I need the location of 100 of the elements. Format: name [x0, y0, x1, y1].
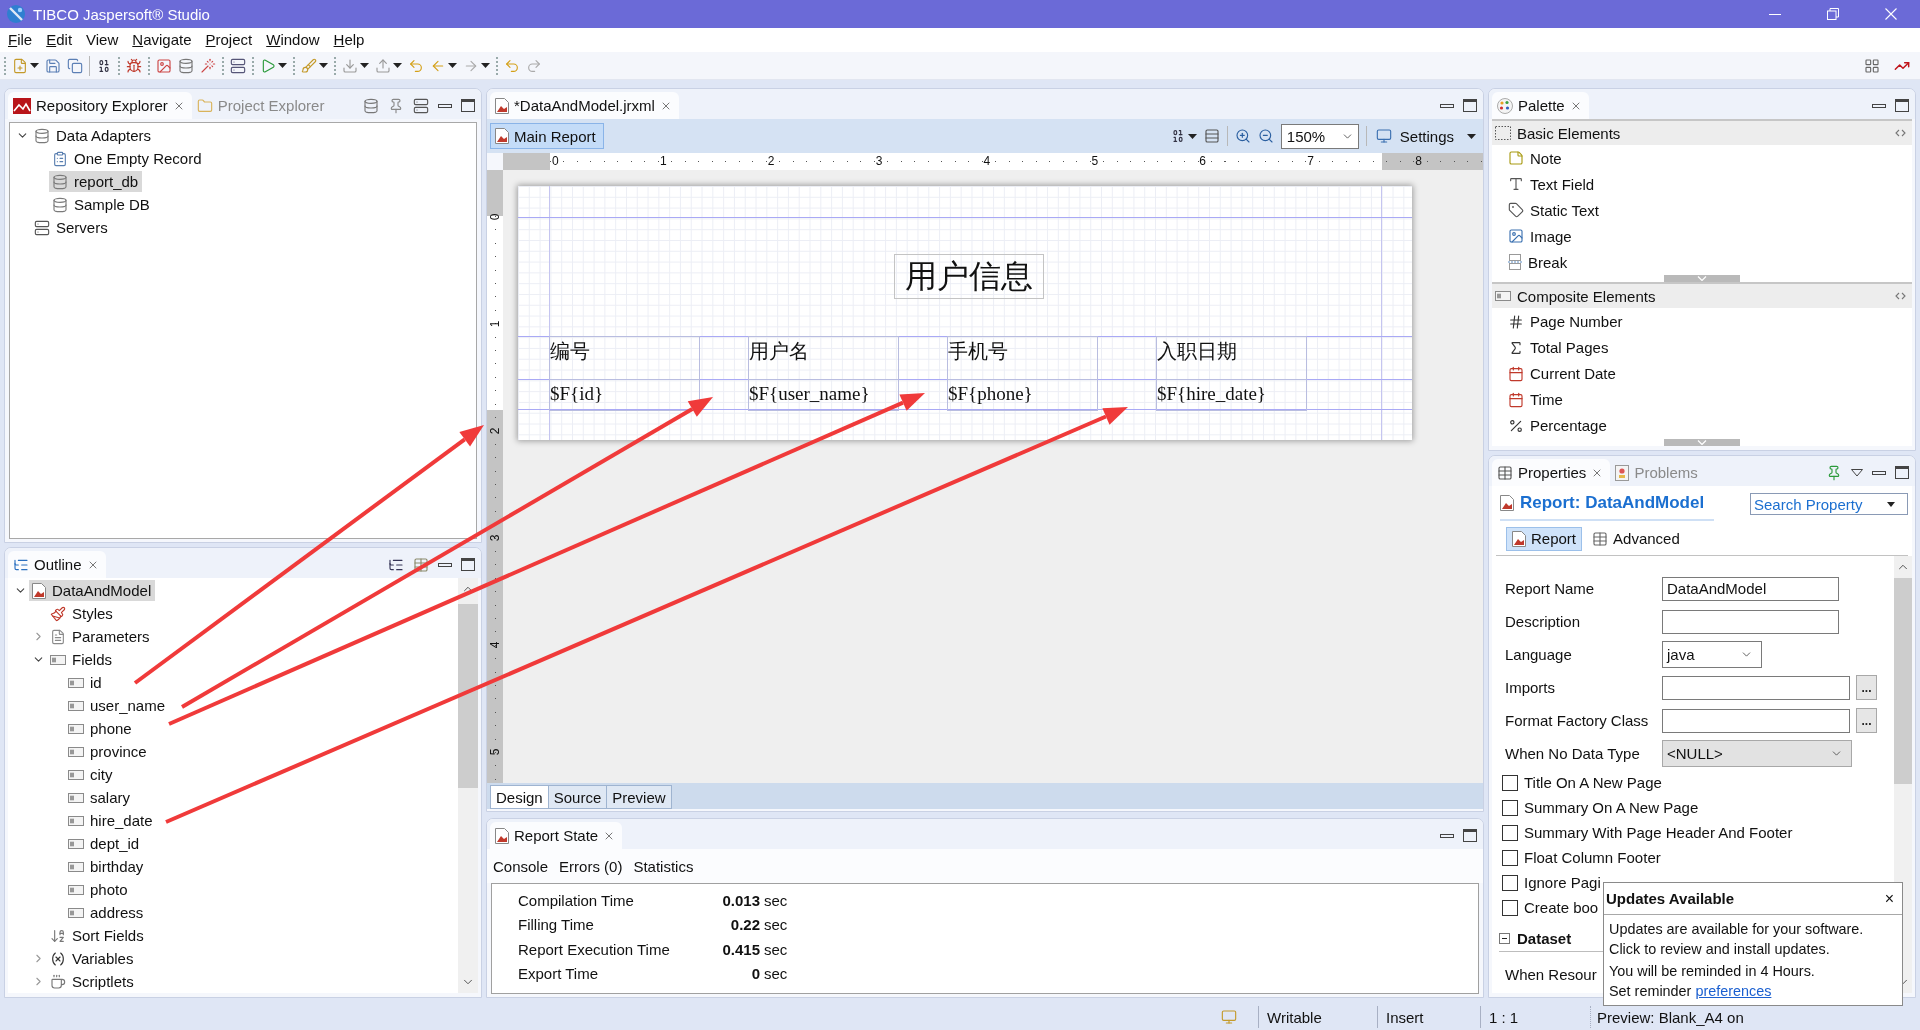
wand-icon[interactable] — [200, 57, 216, 74]
tree-item[interactable]: province — [65, 741, 151, 762]
preferences-link[interactable]: preferences — [1695, 982, 1772, 999]
view-tab[interactable]: Preview — [607, 785, 672, 809]
panel-tab[interactable]: Outline — [8, 551, 106, 578]
server-icon[interactable] — [413, 97, 429, 114]
tree-item[interactable]: dept_id — [65, 833, 144, 854]
zoom-dropdown[interactable]: 150% — [1280, 123, 1359, 149]
tree-item[interactable]: phone — [65, 718, 136, 739]
panel-tab[interactable]: *DataAndModel.jrxml — [490, 92, 679, 119]
minimize-icon[interactable] — [1440, 103, 1454, 108]
subtab[interactable]: Console — [493, 857, 549, 875]
checkbox[interactable] — [1502, 824, 1518, 841]
tree-item[interactable]: report_db — [49, 171, 143, 192]
panel-tab[interactable]: Report State — [490, 822, 623, 849]
palette-item[interactable]: Current Date — [1492, 360, 1912, 387]
panel-tab[interactable]: Properties — [1492, 459, 1611, 486]
table-icon[interactable] — [413, 556, 429, 573]
tree-item[interactable]: Scriptlets — [47, 971, 138, 992]
collapse-arrows-icon[interactable] — [1895, 292, 1906, 301]
view-tab[interactable]: Source — [548, 785, 608, 809]
maximize-icon[interactable] — [1895, 466, 1909, 479]
view-tab[interactable]: Design — [490, 785, 549, 809]
caret-icon[interactable] — [278, 63, 287, 68]
caret-icon[interactable] — [1467, 133, 1476, 139]
palette-item[interactable]: Break — [1492, 249, 1912, 276]
browse-button[interactable]: ... — [1856, 708, 1877, 733]
view-menu-icon[interactable] — [1851, 468, 1863, 477]
palette-item[interactable]: Percentage — [1492, 412, 1912, 439]
window-grid-icon[interactable] — [1864, 57, 1880, 74]
caret-icon[interactable] — [30, 63, 39, 68]
tree-item[interactable]: Sample DB — [49, 194, 154, 215]
panel-tab[interactable]: Repository Explorer — [8, 92, 192, 119]
caret-icon[interactable] — [393, 63, 402, 68]
tree-item[interactable]: city — [65, 764, 117, 785]
palette-item[interactable]: Page Number — [1492, 308, 1912, 335]
caret-icon[interactable] — [448, 63, 457, 68]
palette-item[interactable]: Time — [1492, 386, 1912, 413]
binary-icon[interactable] — [96, 57, 112, 74]
checkbox[interactable] — [1502, 799, 1518, 816]
input-field[interactable] — [1662, 675, 1850, 700]
tree-item[interactable]: Parameters — [47, 626, 154, 647]
palette-item[interactable]: Note — [1492, 145, 1912, 172]
settings-button[interactable]: Settings — [1373, 127, 1460, 145]
input-field[interactable] — [1662, 609, 1839, 634]
menu-item[interactable]: File — [1, 30, 40, 50]
checkbox[interactable] — [1502, 899, 1518, 916]
collapse-icon[interactable] — [1499, 933, 1510, 944]
tree-item[interactable]: hire_date — [65, 810, 157, 831]
maximize-icon[interactable] — [1463, 99, 1477, 112]
close-button[interactable]: × — [1882, 889, 1896, 908]
palette-section-header[interactable]: Composite Elements — [1492, 282, 1912, 309]
scroll-thumb[interactable] — [458, 604, 478, 788]
maximize-icon[interactable] — [461, 99, 475, 112]
menu-item[interactable]: Help — [326, 30, 372, 50]
panel-tab[interactable]: Palette — [1492, 92, 1589, 119]
tree-item[interactable]: id — [65, 672, 106, 693]
scroll-thumb[interactable] — [1894, 578, 1912, 784]
tree-item[interactable]: Styles — [47, 603, 117, 624]
menu-item[interactable]: Window — [259, 30, 327, 50]
tree-item[interactable]: Data Adapters — [31, 125, 156, 146]
pin-icon[interactable] — [388, 97, 404, 114]
main-report-button[interactable]: Main Report — [490, 123, 604, 149]
palette-item[interactable]: Image — [1492, 223, 1912, 250]
caret-icon[interactable] — [1187, 133, 1197, 139]
checkbox[interactable] — [1502, 774, 1518, 791]
minimize-icon[interactable] — [438, 103, 452, 108]
subtab[interactable]: Errors (0) — [559, 857, 623, 875]
minimize-icon[interactable] — [1440, 833, 1454, 838]
tree-item[interactable]: photo — [65, 879, 132, 900]
browse-button[interactable]: ... — [1856, 675, 1877, 700]
menu-item[interactable]: Project — [198, 30, 260, 50]
tree-item[interactable]: birthday — [65, 856, 148, 877]
database-icon[interactable] — [178, 57, 194, 74]
tree-item[interactable]: One Empty Record — [49, 148, 206, 169]
dropdown[interactable]: <NULL> — [1662, 740, 1852, 767]
maximize-icon[interactable] — [1895, 99, 1909, 112]
menu-item[interactable]: Edit — [39, 30, 80, 50]
database-icon[interactable] — [363, 97, 379, 114]
checkbox[interactable] — [1502, 874, 1518, 891]
tree-item[interactable]: Sort Fields — [47, 925, 148, 946]
maximize-icon[interactable] — [461, 558, 475, 571]
subtab[interactable]: Report — [1506, 526, 1583, 551]
tree-item[interactable]: Variables — [47, 948, 138, 969]
input-field[interactable]: DataAndModel — [1662, 576, 1839, 601]
tree-item[interactable]: salary — [65, 787, 134, 808]
search-field[interactable]: Search Property — [1750, 493, 1908, 515]
palette-item[interactable]: Text Field — [1492, 171, 1912, 198]
zoom-out-icon[interactable] — [1257, 128, 1274, 144]
bug-icon[interactable] — [126, 57, 142, 74]
checkbox[interactable] — [1502, 849, 1518, 866]
rows-icon[interactable] — [1203, 128, 1220, 144]
tree-item[interactable]: address — [65, 902, 148, 923]
subtab[interactable]: Statistics — [633, 857, 694, 875]
caret-icon[interactable] — [1887, 501, 1895, 507]
palette-item[interactable]: Total Pages — [1492, 334, 1912, 361]
minimize-icon[interactable] — [1872, 103, 1886, 108]
caret-icon[interactable] — [319, 63, 328, 68]
pin-icon[interactable] — [1826, 464, 1842, 481]
tree-item[interactable]: Servers — [31, 217, 112, 238]
